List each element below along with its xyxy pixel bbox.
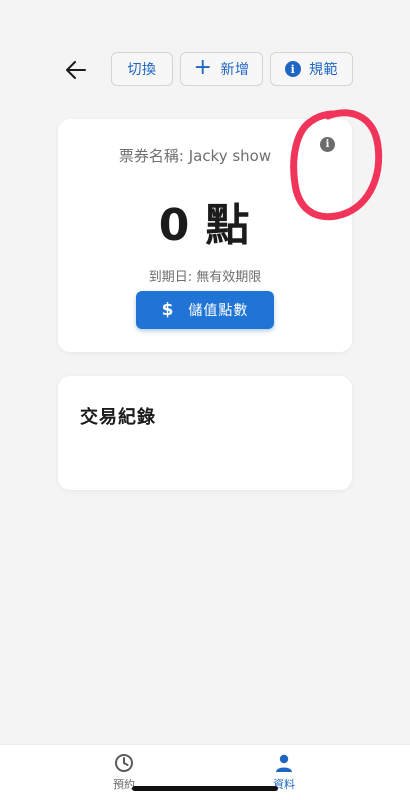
switch-button[interactable]: 切換 <box>111 52 173 86</box>
arrow-left-icon <box>66 61 86 79</box>
info-icon: i <box>285 61 301 77</box>
ticket-points-screen: 切換 + 新增 i 規範 票券名稱: Jacky show i 0點 到期日: … <box>0 0 410 800</box>
rules-button-label: 規範 <box>309 62 338 78</box>
dollar-icon: $ <box>161 300 175 320</box>
add-button[interactable]: + 新增 <box>180 52 263 86</box>
ticket-name: 票券名稱: Jacky show <box>118 147 272 165</box>
topup-button-label: 儲值點數 <box>188 303 249 319</box>
points-value: 0 <box>158 200 192 251</box>
home-indicator <box>132 786 278 791</box>
plus-icon: + <box>193 55 213 80</box>
expiry-date: 到期日: 無有效期限 <box>148 270 262 285</box>
bottom-nav: 預約 資料 <box>0 744 410 800</box>
points-unit: 點 <box>205 200 252 251</box>
ticket-info-icon[interactable]: i <box>320 137 335 152</box>
rules-button[interactable]: i 規範 <box>270 52 353 86</box>
clock-icon <box>115 754 133 772</box>
transaction-title: 交易紀錄 <box>80 407 156 428</box>
switch-button-label: 切換 <box>127 62 157 78</box>
points-display: 0點 <box>58 189 352 253</box>
add-button-label: 新增 <box>220 62 250 78</box>
topup-points-button[interactable]: $ 儲值點數 <box>136 291 274 329</box>
back-button[interactable] <box>62 56 90 84</box>
ticket-card: 票券名稱: Jacky show i 0點 到期日: 無有效期限 $ 儲值點數 <box>58 119 352 352</box>
transaction-card: 交易紀錄 <box>58 376 352 490</box>
person-icon <box>276 754 292 772</box>
